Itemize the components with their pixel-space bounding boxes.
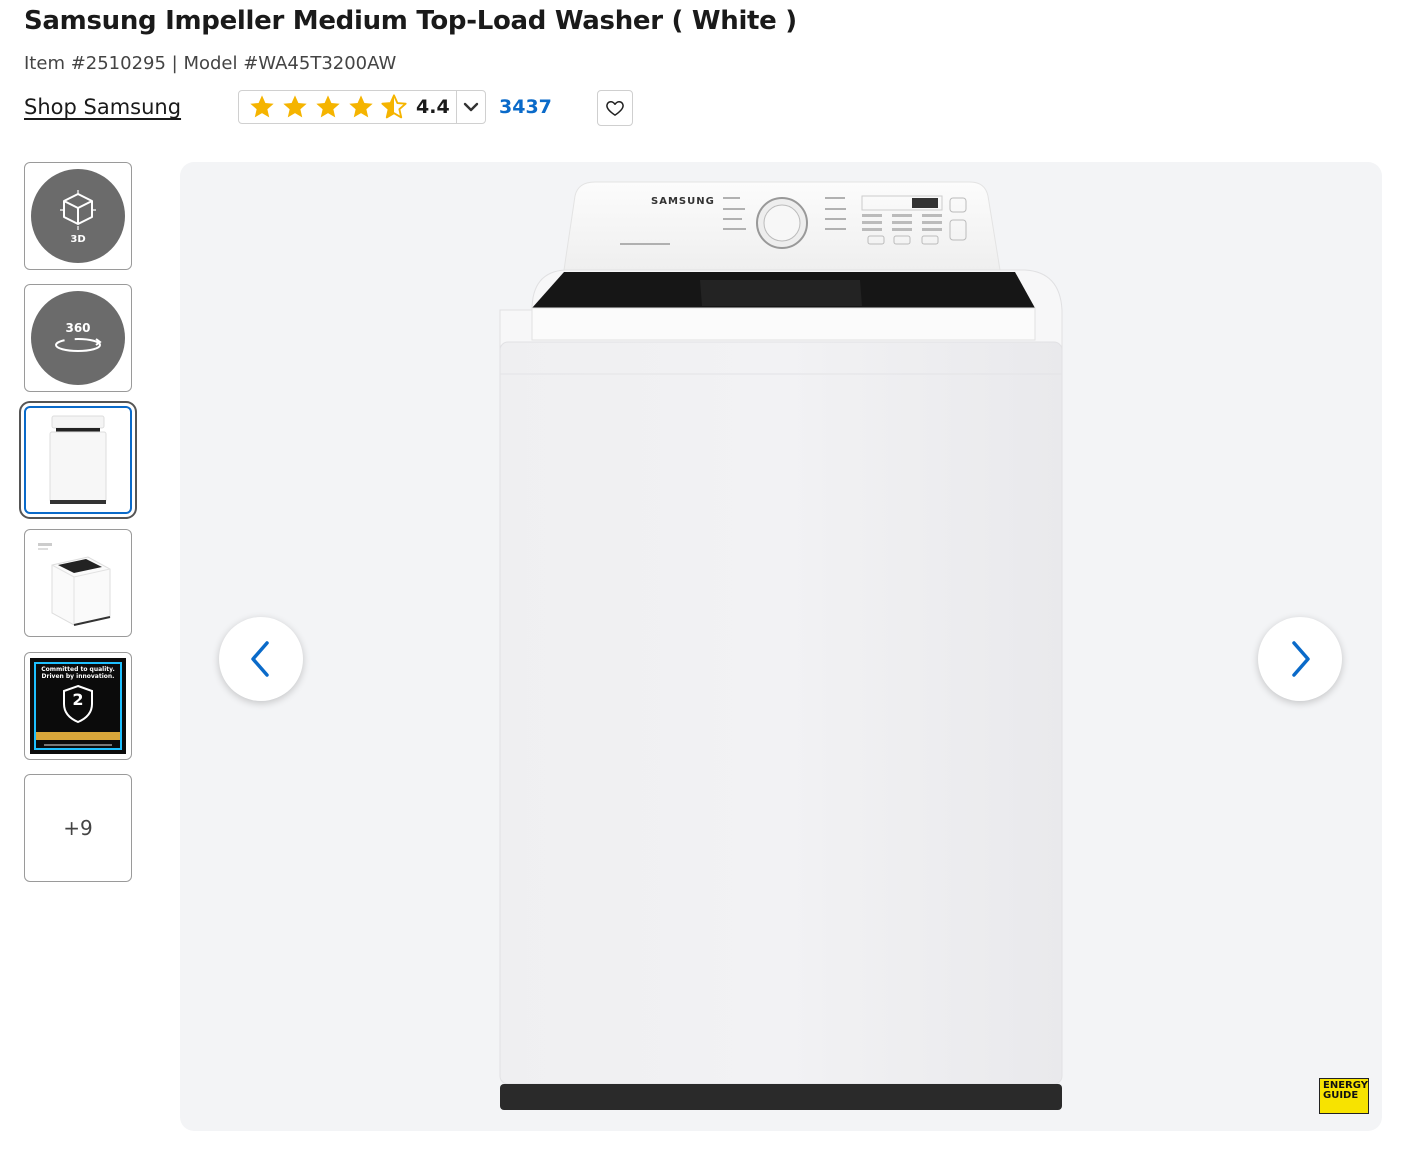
previous-image-button[interactable] xyxy=(219,617,303,701)
warranty-image: Committed to quality. Driven by innovati… xyxy=(30,658,126,754)
washer-thumbnail-image xyxy=(49,415,107,504)
chevron-left-icon xyxy=(251,641,269,677)
cube-3d-icon xyxy=(60,189,96,230)
energy-guide-label: ENERGY GUIDE xyxy=(1323,1080,1368,1101)
main-product-image[interactable]: SAMSUNG ENERGY GUIDE xyxy=(180,162,1382,1131)
shop-brand-link[interactable]: Shop Samsung xyxy=(24,95,181,119)
star-icon xyxy=(349,95,373,118)
add-to-favorites-button[interactable] xyxy=(597,90,633,126)
next-image-button[interactable] xyxy=(1258,617,1342,701)
warranty-years: 2 xyxy=(72,690,84,709)
badge-360-label: 360 xyxy=(65,321,91,335)
chevron-right-icon xyxy=(1292,641,1310,677)
heart-icon xyxy=(606,101,624,116)
rotate-360-icon xyxy=(55,338,102,352)
badge-360: 360 xyxy=(31,291,125,385)
thumbnail-3d-view[interactable]: 3D xyxy=(24,162,132,270)
product-item-model: Item #2510295 | Model #WA45T3200AW xyxy=(24,53,397,74)
star-rating xyxy=(239,93,412,121)
thumbnail-360-view[interactable]: 360 xyxy=(24,284,132,392)
badge-3d: 3D xyxy=(31,169,125,263)
thumbnail-warranty[interactable]: Committed to quality. Driven by innovati… xyxy=(24,652,132,760)
more-thumbnails-count: +9 xyxy=(63,816,93,840)
energy-guide-badge[interactable]: ENERGY GUIDE xyxy=(1319,1078,1369,1114)
star-half-icon xyxy=(381,94,407,119)
rating-dropdown[interactable]: 4.4 xyxy=(238,90,486,124)
badge-3d-label: 3D xyxy=(70,233,86,245)
warranty-heading: Committed to quality. Driven by innovati… xyxy=(41,666,115,680)
thumbnail-more[interactable]: +9 xyxy=(24,774,132,882)
thumbnail-side-view[interactable] xyxy=(24,529,132,637)
rating-value: 4.4 xyxy=(416,96,450,118)
brand-logo: SAMSUNG xyxy=(651,196,715,207)
star-icon xyxy=(316,95,340,118)
review-count-link[interactable]: 3437 xyxy=(499,96,552,118)
star-icon xyxy=(283,95,307,118)
chevron-down-icon[interactable] xyxy=(457,91,485,123)
thumbnail-front-view[interactable] xyxy=(24,406,132,514)
star-icon xyxy=(250,95,274,118)
washer-image: SAMSUNG xyxy=(499,181,1063,1110)
product-title: Samsung Impeller Medium Top-Load Washer … xyxy=(24,6,797,36)
washer-side-thumbnail-image xyxy=(38,543,111,626)
